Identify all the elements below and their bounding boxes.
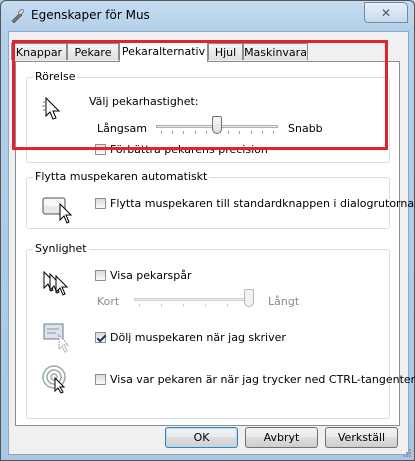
dialog-client-area: Knappar Pekare Pekaralternativ Hjul Mask… — [8, 31, 415, 455]
slider-tick — [183, 304, 184, 307]
snap-to-label[interactable]: Flytta muspekaren till standardknappen i… — [110, 197, 414, 210]
close-button[interactable]: ✕ — [364, 2, 408, 23]
snap-to-checkbox[interactable] — [95, 198, 106, 209]
tab-pekaralternativ[interactable]: Pekaralternativ — [119, 40, 208, 62]
mouse-properties-window: Egenskaper för Mus ✕ Knappar Pekare Peka… — [0, 0, 415, 461]
slider-tick — [194, 131, 196, 134]
title-bar[interactable]: Egenskaper för Mus ✕ — [1, 1, 414, 31]
motion-group-title: Rörelse — [33, 70, 78, 83]
show-location-label[interactable]: Visa var pekaren är när jag trycker ned … — [110, 373, 415, 386]
pointer-trails-checkbox[interactable] — [95, 270, 106, 281]
trails-short-label: Kort — [97, 295, 120, 308]
cancel-button[interactable]: Avbryt — [245, 427, 318, 448]
trails-slider-track[interactable] — [134, 298, 254, 301]
slider-tick — [227, 304, 228, 307]
slider-tick — [205, 131, 207, 134]
visibility-group-title: Synlighet — [33, 242, 89, 255]
mouse-app-icon — [9, 8, 25, 24]
slider-tick — [161, 304, 162, 307]
pointer-trails-label[interactable]: Visa pekarspår — [110, 269, 191, 282]
slider-tick — [205, 304, 206, 307]
slider-tick — [183, 131, 185, 134]
show-location-icon — [42, 362, 74, 394]
pointer-speed-icon — [42, 92, 74, 124]
resize-grip-icon[interactable] — [402, 448, 412, 458]
snap-to-icon — [42, 194, 74, 226]
fast-label: Snabb — [288, 122, 323, 135]
close-icon: ✕ — [380, 5, 392, 20]
ok-button[interactable]: OK — [165, 427, 238, 448]
slider-tick — [161, 131, 162, 134]
hide-while-typing-icon — [42, 321, 74, 353]
slider-tick — [250, 131, 252, 134]
precision-label[interactable]: Förbättra pekarens precision — [110, 143, 268, 156]
snap-to-group-title: Flytta muspekaren automatiskt — [33, 170, 210, 183]
apply-button[interactable]: Verkställ — [325, 427, 398, 448]
trails-long-label: Långt — [268, 295, 300, 308]
tab-knappar[interactable]: Knappar — [11, 43, 67, 60]
speed-label: Välj pekarhastighet: — [89, 95, 199, 108]
tab-pekare[interactable]: Pekare — [67, 43, 119, 60]
speed-slider-thumb[interactable] — [212, 116, 222, 134]
tab-maskinvara[interactable]: Maskinvara — [243, 43, 308, 60]
slider-tick — [239, 131, 241, 134]
slider-tick — [273, 131, 274, 134]
slider-tick — [172, 131, 174, 134]
hide-while-typing-checkbox[interactable] — [95, 332, 106, 343]
pointer-options-panel: Rörelse Välj pekarhastighet: Långsam Sna… — [15, 61, 415, 426]
hide-while-typing-label[interactable]: Dölj muspekaren när jag skriver — [110, 331, 286, 344]
window-title: Egenskaper för Mus — [31, 8, 150, 22]
slider-tick — [139, 304, 140, 307]
precision-checkbox[interactable] — [95, 144, 106, 155]
tab-hjul[interactable]: Hjul — [208, 43, 243, 60]
slider-tick — [261, 131, 263, 134]
pointer-trails-icon — [42, 268, 74, 300]
trails-slider-thumb[interactable] — [244, 289, 254, 307]
slow-label: Långsam — [97, 122, 148, 135]
show-location-checkbox[interactable] — [95, 374, 106, 385]
slider-tick — [228, 131, 230, 134]
